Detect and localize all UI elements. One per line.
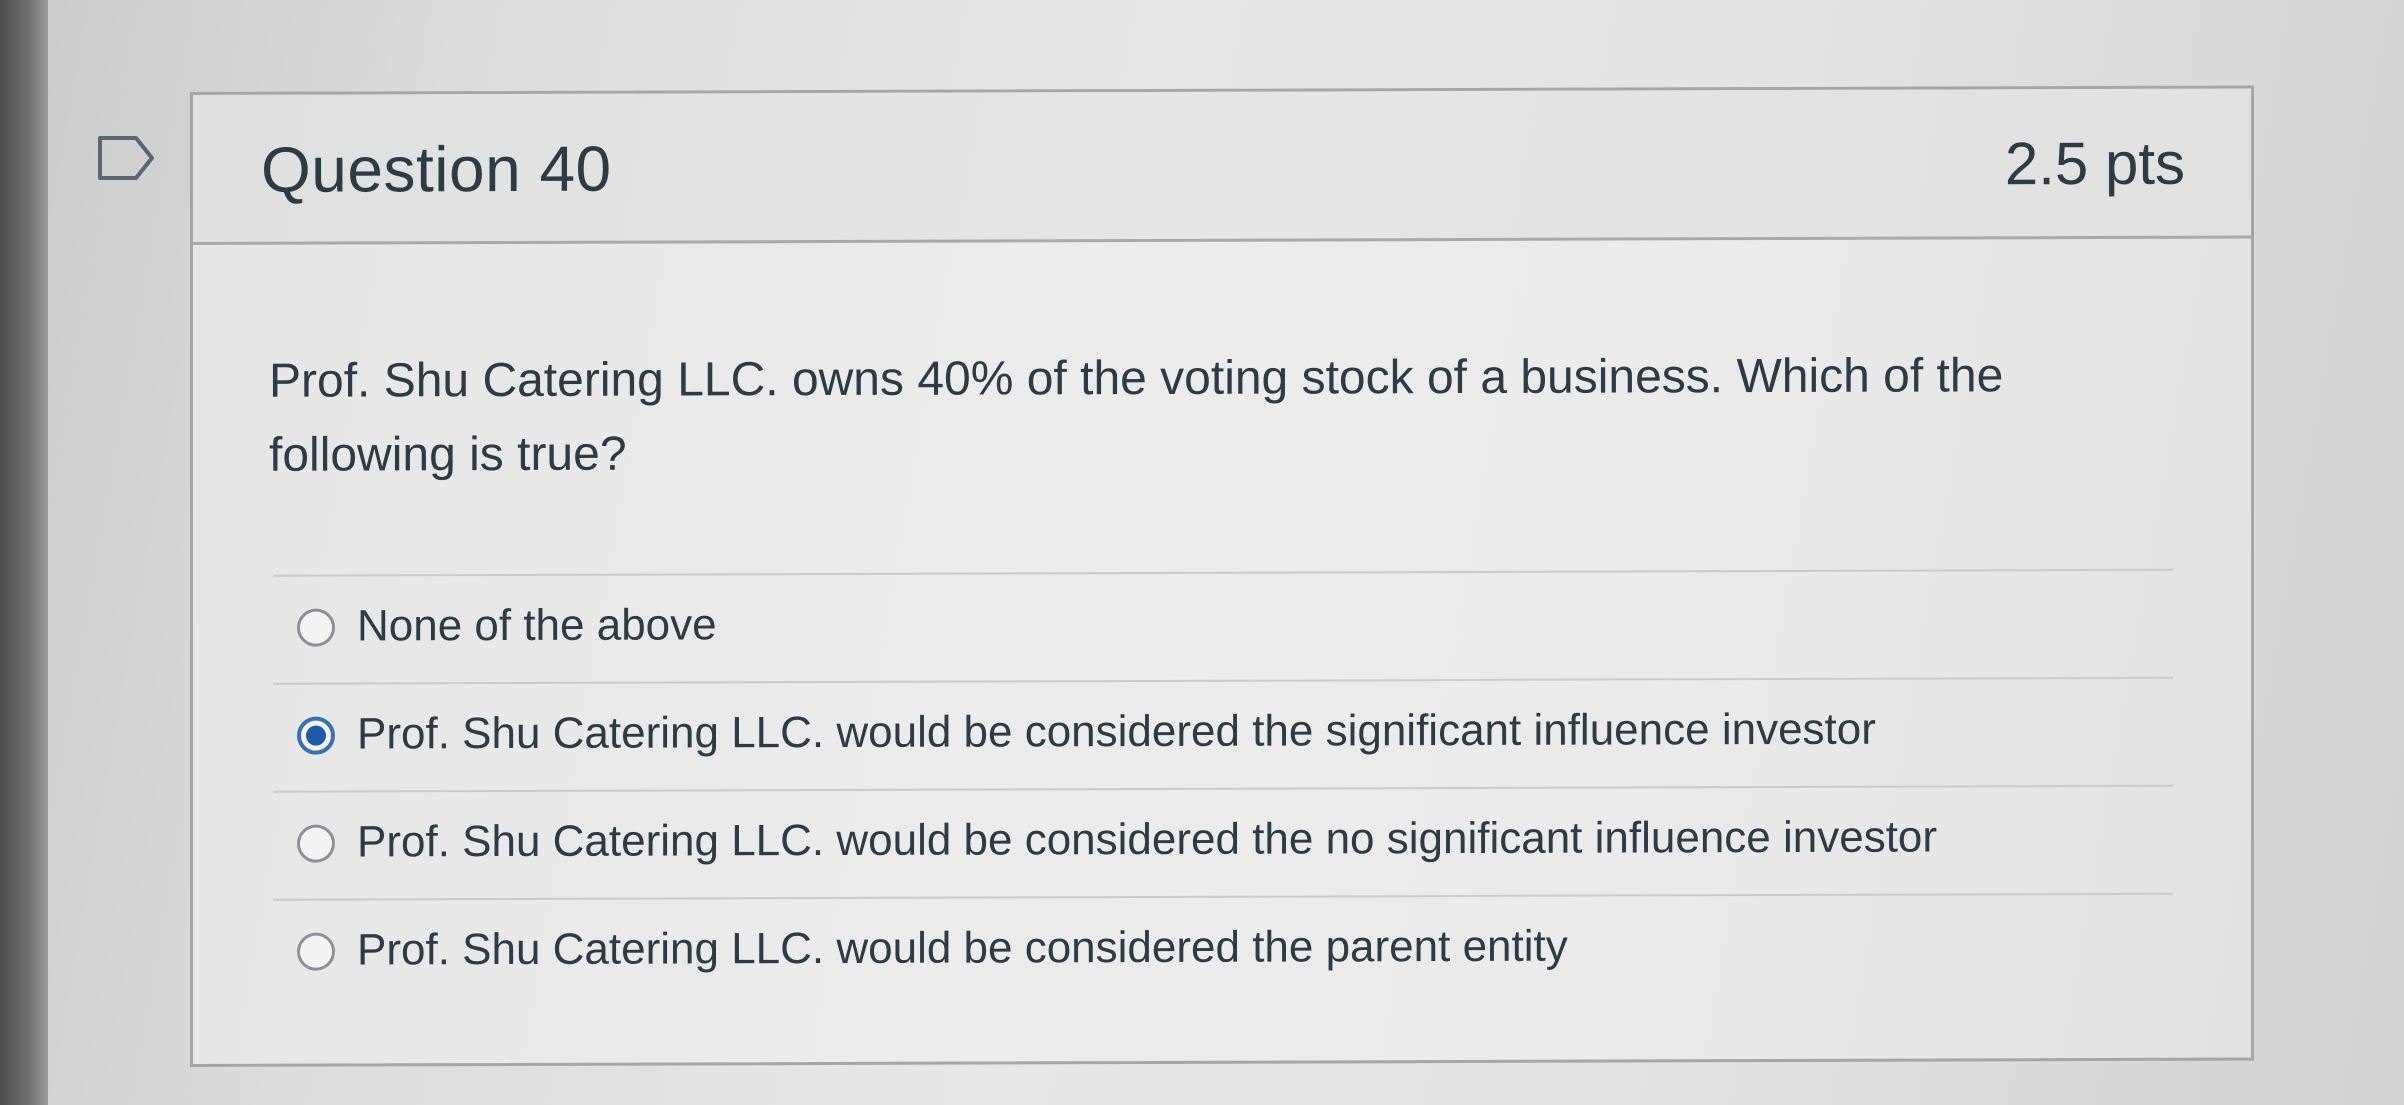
radio-button-selected[interactable] — [297, 716, 335, 755]
answer-label[interactable]: Prof. Shu Catering LLC. would be conside… — [357, 702, 1876, 763]
answer-option-selected[interactable]: Prof. Shu Catering LLC. would be conside… — [273, 676, 2173, 791]
answer-option[interactable]: None of the above — [273, 568, 2173, 683]
answer-label[interactable]: Prof. Shu Catering LLC. would be conside… — [357, 810, 1937, 871]
answer-label[interactable]: Prof. Shu Catering LLC. would be conside… — [357, 919, 1568, 979]
question-card: Question 40 2.5 pts Prof. Shu Catering L… — [190, 85, 2254, 1067]
question-points: 2.5 pts — [2004, 129, 2185, 198]
monitor-bezel — [0, 0, 48, 1105]
answer-label[interactable]: None of the above — [357, 597, 717, 654]
answer-list: None of the above Prof. Shu Catering LLC… — [273, 568, 2173, 1007]
radio-button[interactable] — [297, 932, 335, 971]
radio-button[interactable] — [297, 608, 335, 647]
question-title: Question 40 — [261, 132, 612, 206]
answer-option[interactable]: Prof. Shu Catering LLC. would be conside… — [273, 784, 2173, 899]
question-header: Question 40 2.5 pts — [193, 88, 2251, 245]
answer-option[interactable]: Prof. Shu Catering LLC. would be conside… — [273, 892, 2173, 1007]
flag-question-icon[interactable] — [96, 132, 158, 184]
radio-button[interactable] — [297, 824, 335, 863]
question-text: Prof. Shu Catering LLC. owns 40% of the … — [269, 349, 2004, 482]
